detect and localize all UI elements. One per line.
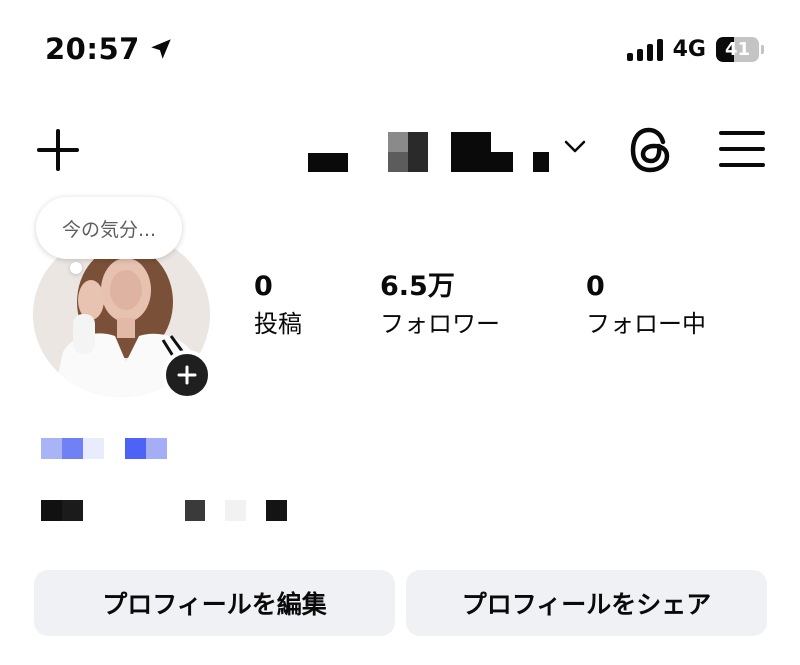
redacted-link[interactable] bbox=[41, 438, 167, 459]
edit-profile-button[interactable]: プロフィールを編集 bbox=[34, 570, 395, 636]
posts-label: 投稿 bbox=[254, 310, 302, 338]
status-bar-time: 20:57 bbox=[45, 32, 174, 66]
plus-icon[interactable] bbox=[36, 128, 80, 172]
threads-icon[interactable] bbox=[628, 125, 674, 175]
followers-label: フォロワー bbox=[380, 310, 500, 338]
following-count: 0 bbox=[586, 271, 605, 302]
note-placeholder-text: 今の気分... bbox=[61, 218, 157, 241]
following-label: フォロー中 bbox=[586, 310, 706, 338]
plus-icon bbox=[177, 365, 197, 385]
add-story-button[interactable] bbox=[162, 350, 212, 400]
hamburger-menu-icon[interactable] bbox=[718, 128, 766, 170]
status-time-text: 20:57 bbox=[45, 32, 140, 66]
network-type: 4G bbox=[672, 37, 706, 62]
location-arrow-icon bbox=[151, 39, 171, 59]
share-profile-label: プロフィールをシェア bbox=[461, 590, 712, 619]
note-bubble-tail bbox=[70, 262, 82, 274]
note-bubble[interactable]: 今の気分... bbox=[36, 197, 182, 259]
battery-icon: 41 bbox=[716, 37, 764, 62]
posts-count: 0 bbox=[254, 271, 273, 302]
redacted-bio bbox=[41, 500, 287, 521]
stat-following[interactable]: 0 フォロー中 bbox=[586, 272, 706, 340]
signal-strength-icon bbox=[626, 38, 663, 61]
status-bar-indicators: 4G 41 bbox=[626, 37, 764, 62]
stat-posts[interactable]: 0 投稿 bbox=[254, 272, 302, 340]
battery-percent: 41 bbox=[725, 39, 751, 60]
stat-followers[interactable]: 6.5万 フォロワー bbox=[380, 272, 500, 340]
edit-profile-label: プロフィールを編集 bbox=[102, 590, 327, 619]
chevron-down-icon[interactable] bbox=[563, 138, 587, 156]
share-profile-button[interactable]: プロフィールをシェア bbox=[406, 570, 767, 636]
username-redacted[interactable] bbox=[300, 128, 592, 174]
followers-count: 6.5万 bbox=[380, 271, 455, 302]
